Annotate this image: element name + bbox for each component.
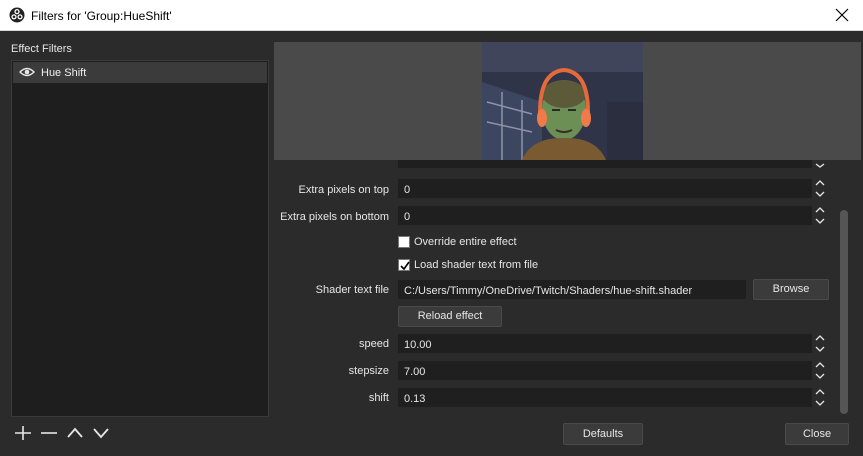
title-bar: Filters for 'Group:HueShift' [0,0,863,31]
list-item[interactable]: Hue Shift [13,62,267,83]
shift-label: shift [368,392,389,404]
stepsize-spinner[interactable] [813,360,827,381]
chevron-up-icon[interactable] [66,425,84,441]
minus-icon[interactable] [40,425,58,441]
filter-name: Hue Shift [41,67,87,79]
hidden-prop-field[interactable] [397,160,813,169]
close-button[interactable]: Close [785,423,849,445]
extra-bottom-spinner[interactable] [813,205,827,226]
webcam-preview [482,42,643,160]
override-effect-label[interactable]: Override entire effect [414,236,517,248]
speed-field[interactable]: 10.00 [397,333,813,354]
load-shader-checkbox[interactable] [398,259,410,271]
stepsize-label: stepsize [348,365,389,377]
preview-area [274,42,861,160]
properties-panel[interactable]: Extra pixels on top 0 Extra pixels on bo… [274,160,861,415]
filter-list[interactable]: Hue Shift [11,60,269,417]
extra-top-label: Extra pixels on top [298,184,390,196]
stepsize-field[interactable]: 7.00 [397,360,813,381]
effect-filters-heading: Effect Filters [11,43,72,55]
close-window-icon[interactable] [833,6,851,24]
override-effect-checkbox[interactable] [398,236,410,248]
extra-top-spinner[interactable] [813,178,827,199]
speed-label: speed [359,338,389,350]
plus-icon[interactable] [14,425,32,441]
window-title: Filters for 'Group:HueShift' [31,9,172,23]
obs-logo-icon [9,7,25,23]
scrollbar-thumb[interactable] [840,210,848,414]
load-shader-label[interactable]: Load shader text from file [414,259,538,271]
reload-effect-button[interactable]: Reload effect [398,306,502,327]
checkmark-icon [400,261,410,271]
chevron-down-icon[interactable] [92,425,110,441]
shift-field[interactable]: 0.13 [397,387,813,408]
hidden-prop-spinner[interactable] [813,160,827,169]
speed-spinner[interactable] [813,333,827,354]
shader-file-label: Shader text file [315,284,389,296]
extra-top-field[interactable]: 0 [397,178,813,199]
browse-button[interactable]: Browse [753,279,829,300]
properties-scrollbar[interactable] [837,160,851,418]
extra-bottom-label: Extra pixels on bottom [280,211,389,223]
shift-spinner[interactable] [813,387,827,408]
defaults-button[interactable]: Defaults [563,423,643,445]
extra-bottom-field[interactable]: 0 [397,205,813,226]
shader-file-input[interactable]: C:/Users/Timmy/OneDrive/Twitch/Shaders/h… [397,279,747,300]
eye-icon[interactable] [19,66,35,78]
